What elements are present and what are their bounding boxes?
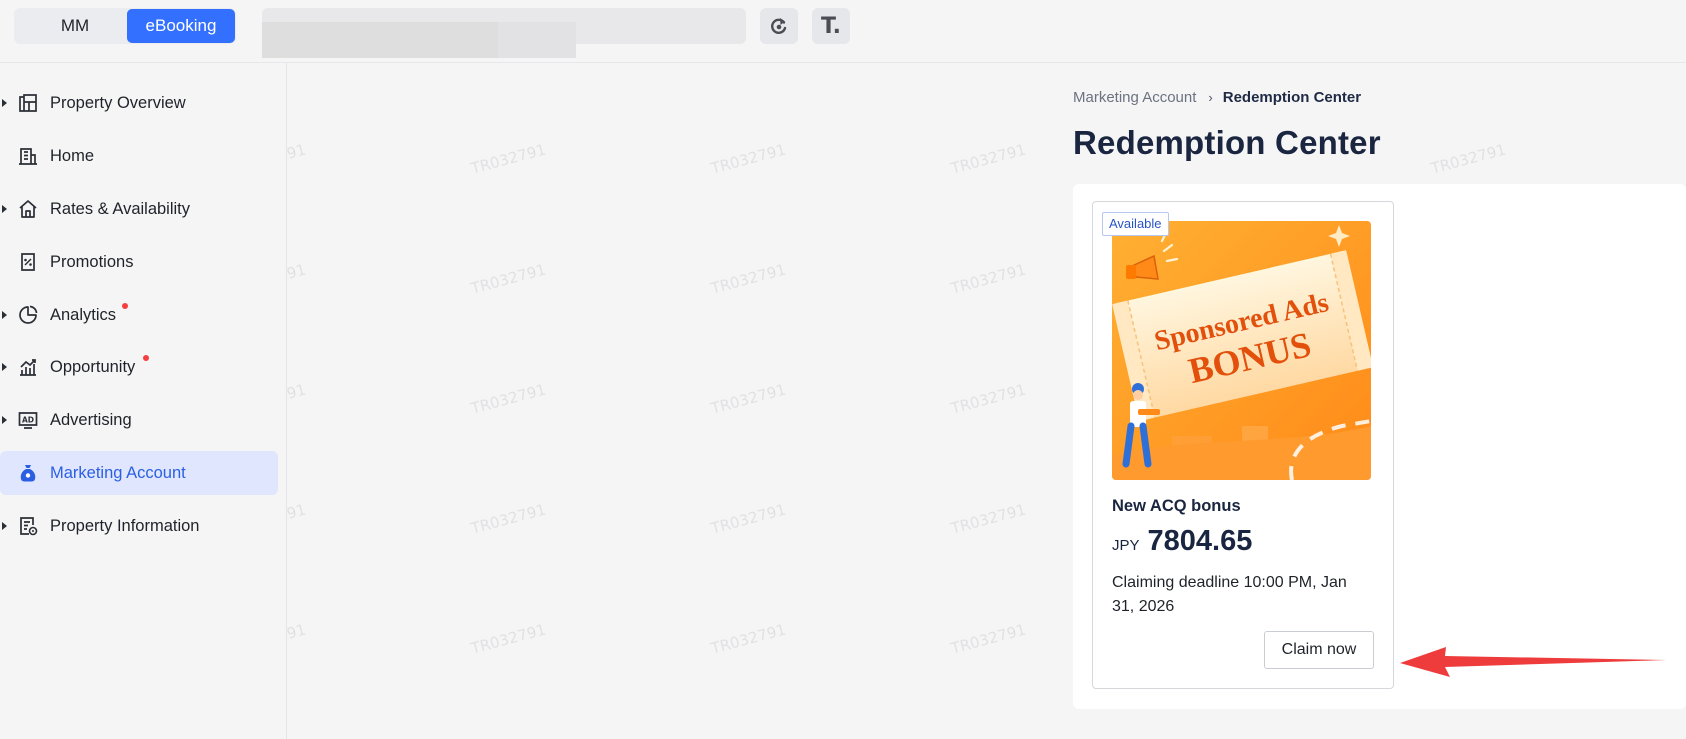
house-icon <box>19 200 37 218</box>
page-title: Redemption Center <box>1073 124 1381 161</box>
breadcrumb-current: Redemption Center <box>1222 89 1362 106</box>
system-switcher: MM eBooking <box>14 8 236 44</box>
status-badge: Available <box>1102 212 1169 236</box>
amount-value: 7804.65 <box>1147 525 1253 557</box>
expand-caret-icon[interactable] <box>2 416 7 424</box>
refresh-icon <box>771 18 787 34</box>
watermark: TR032791 <box>948 500 1028 538</box>
svg-text:AD: AD <box>22 416 34 425</box>
switch-ebooking-button[interactable]: eBooking <box>127 9 235 43</box>
bonus-image: Sponsored Ads BONUS <box>1112 221 1371 480</box>
watermark: TR032791 <box>1428 140 1508 178</box>
bonus-amount: JPY 7804.65 <box>1112 525 1252 558</box>
annotation-arrow-icon <box>1400 647 1666 677</box>
overview-icon <box>19 94 37 112</box>
sidebar-item-property-overview[interactable]: Property Overview <box>0 81 278 125</box>
watermark: TR032791 <box>708 260 788 298</box>
watermark: TR032791 <box>708 620 788 658</box>
switch-mm-button[interactable]: MM <box>22 9 128 43</box>
watermark: TR032791 <box>948 620 1028 658</box>
watermark: TR032791 <box>468 620 548 658</box>
sidebar-item-property-information[interactable]: Property Information <box>0 504 278 548</box>
building-icon <box>19 148 37 165</box>
pie-chart-icon <box>19 305 38 324</box>
property-info-icon <box>20 517 38 536</box>
growth-chart-icon <box>20 359 36 376</box>
sidebar-item-advertising[interactable]: AD Advertising <box>0 398 278 442</box>
sidebar-item-label: Analytics <box>50 305 117 324</box>
watermark: TR032791 <box>468 500 548 538</box>
text-t-icon: T. <box>820 13 842 39</box>
currency-label: JPY <box>1112 537 1140 554</box>
watermark: TR032791 <box>948 140 1028 178</box>
claim-now-button[interactable]: Claim now <box>1264 631 1374 669</box>
sidebar-item-label: Home <box>50 146 95 165</box>
notification-dot <box>143 355 149 361</box>
bonus-title: New ACQ bonus <box>1112 497 1241 515</box>
sidebar-item-label: Promotions <box>50 252 134 271</box>
sidebar: Property Overview Home Rates & Availabil… <box>0 63 287 739</box>
sponsored-ads-illustration: Sponsored Ads BONUS <box>1112 221 1371 480</box>
ad-icon: AD <box>18 412 38 429</box>
sidebar-item-label: Property Overview <box>50 93 186 112</box>
watermark: TR032791 <box>468 380 548 418</box>
watermark: TR032791 <box>948 260 1028 298</box>
expand-caret-icon[interactable] <box>2 311 7 319</box>
watermark: TR032791 <box>468 260 548 298</box>
sidebar-item-opportunity[interactable]: Opportunity <box>0 345 278 389</box>
notification-dot <box>122 303 128 309</box>
sidebar-item-label: Marketing Account <box>50 463 186 482</box>
blurred-region <box>262 22 498 58</box>
text-tool-button[interactable]: T. <box>812 8 850 44</box>
expand-caret-icon[interactable] <box>2 522 7 530</box>
sidebar-item-label: Property Information <box>50 516 200 535</box>
watermark: TR032791 <box>948 380 1028 418</box>
sidebar-item-label: Rates & Availability <box>50 199 191 218</box>
expand-caret-icon[interactable] <box>2 363 7 371</box>
breadcrumb: Marketing Account › Redemption Center <box>1073 89 1361 106</box>
sidebar-item-analytics[interactable]: Analytics <box>0 293 278 337</box>
discount-icon <box>21 253 35 271</box>
claim-deadline: Claiming deadline 10:00 PM, Jan 31, 2026 <box>1112 574 1347 615</box>
breadcrumb-marketing-account-link[interactable]: Marketing Account <box>1073 89 1196 106</box>
expand-caret-icon[interactable] <box>2 205 7 213</box>
watermark: TR032791 <box>708 380 788 418</box>
chevron-right-icon: › <box>1208 90 1213 105</box>
watermark: TR032791 <box>468 140 548 178</box>
watermark: TR032791 <box>708 500 788 538</box>
expand-caret-icon[interactable] <box>2 99 7 107</box>
sidebar-item-marketing-account[interactable]: Marketing Account <box>0 451 278 495</box>
watermark: TR032791 <box>708 140 788 178</box>
money-bag-icon <box>20 465 36 482</box>
sidebar-item-home[interactable]: Home <box>0 134 278 178</box>
top-bar: MM eBooking T. <box>0 0 1686 63</box>
sidebar-item-label: Advertising <box>50 410 132 429</box>
refresh-button[interactable] <box>760 8 798 44</box>
sidebar-item-rates-availability[interactable]: Rates & Availability <box>0 187 278 231</box>
sidebar-item-label: Opportunity <box>50 357 136 376</box>
sidebar-item-promotions[interactable]: Promotions <box>0 240 278 284</box>
